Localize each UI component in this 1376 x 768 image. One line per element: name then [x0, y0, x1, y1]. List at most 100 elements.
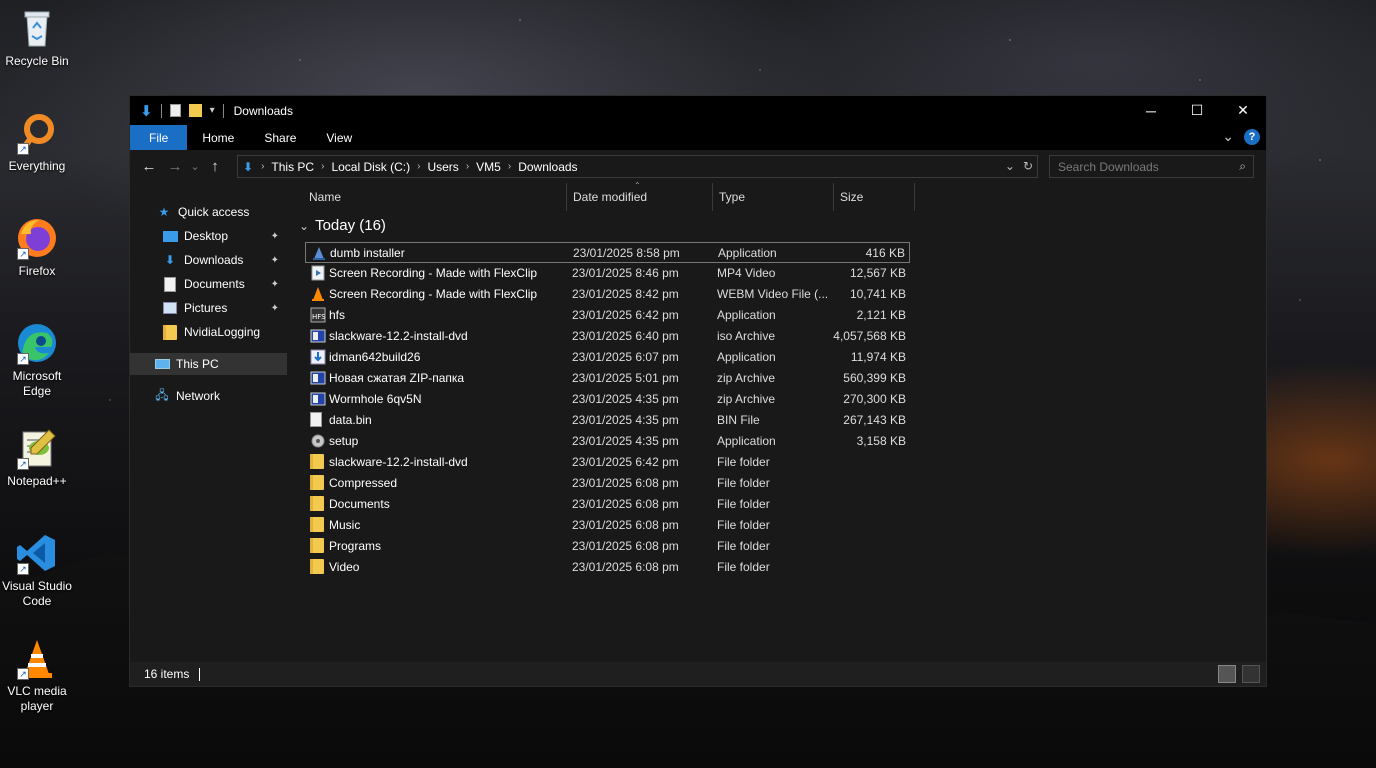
properties-icon[interactable] — [169, 104, 181, 117]
title-bar[interactable]: ⬇ ▾ Downloads ─ ☐ ✕ — [130, 96, 1266, 125]
file-type: WEBM Video File (... — [717, 287, 829, 301]
file-type: zip Archive — [717, 371, 776, 385]
nav-quick-access[interactable]: ★ Quick access — [130, 201, 287, 223]
tab-share[interactable]: Share — [249, 125, 311, 150]
file-row[interactable]: HFS hfs 23/01/2025 6:42 pm Application 2,121… — [305, 305, 910, 326]
desktop-icon-notepadpp[interactable]: ↗ Notepad++ — [0, 426, 74, 489]
breadcrumb-users[interactable]: Users — [424, 160, 461, 174]
file-row[interactable]: Screen Recording - Made with FlexClip 23/… — [305, 263, 910, 284]
refresh-icon[interactable]: ↻ — [1023, 159, 1033, 173]
file-size: 267,143 KB — [843, 413, 906, 427]
file-list-pane: Name ⌃ Date modified Type Size ⌄ Today (… — [287, 181, 1266, 662]
desktop-icon-everything[interactable]: ↗ Everything — [0, 111, 74, 174]
item-count: 16 items — [144, 667, 190, 681]
breadcrumb-chevron-icon[interactable]: › — [413, 161, 424, 172]
up-button[interactable]: ↑ — [202, 158, 228, 175]
status-bar: 16 items — [130, 662, 1266, 686]
customize-toolbar-icon[interactable]: ▾ — [210, 105, 215, 116]
file-row[interactable]: Wormhole 6qv5N 23/01/2025 4:35 pm zip Arch… — [305, 389, 910, 410]
nav-item-desktop[interactable]: Desktop ✦ — [130, 225, 287, 247]
column-header-size[interactable]: Size — [834, 183, 915, 211]
breadcrumb-chevron-icon[interactable]: › — [257, 161, 268, 172]
nav-this-pc[interactable]: This PC — [130, 353, 287, 375]
address-dropdown-icon[interactable]: ⌄ — [1005, 159, 1015, 173]
desktop-icon-vscode[interactable]: ↗ Visual Studio Code — [0, 531, 74, 609]
new-folder-icon[interactable] — [188, 104, 202, 117]
pin-icon: ✦ — [270, 254, 279, 266]
file-row[interactable]: slackware-12.2-install-dvd 23/01/2025 6:4… — [305, 326, 910, 347]
file-row[interactable]: Music 23/01/2025 6:08 pm File folder — [305, 515, 910, 536]
column-header-type[interactable]: Type — [713, 183, 834, 211]
file-row[interactable]: idman642build26 23/01/2025 6:07 pm Applica… — [305, 347, 910, 368]
maximize-button[interactable]: ☐ — [1174, 96, 1220, 125]
file-name: idman642build26 — [329, 350, 421, 364]
pin-icon: ✦ — [270, 230, 279, 242]
breadcrumb-chevron-icon[interactable]: › — [462, 161, 473, 172]
window-title: Downloads — [233, 103, 293, 118]
minimize-button[interactable]: ─ — [1128, 96, 1174, 125]
file-name: Screen Recording - Made with FlexClip — [329, 266, 538, 280]
tab-home[interactable]: Home — [187, 125, 249, 150]
archive-icon — [310, 328, 326, 344]
file-row[interactable]: Screen Recording - Made with FlexClip 23/… — [305, 284, 910, 305]
tab-file[interactable]: File — [130, 125, 188, 150]
back-button[interactable]: ← — [136, 158, 162, 175]
downloads-location-icon: ⬇ — [243, 159, 254, 174]
file-row[interactable]: data.bin 23/01/2025 4:35 pm BIN File 267,14… — [305, 410, 910, 431]
file-row[interactable]: Programs 23/01/2025 6:08 pm File folder — [305, 536, 910, 557]
file-row[interactable]: dumb installer 23/01/2025 8:58 pm Applicat… — [305, 242, 910, 263]
file-date-modified: 23/01/2025 6:08 pm — [572, 476, 679, 490]
shortcut-arrow-icon: ↗ — [17, 248, 29, 260]
breadcrumb-vm5[interactable]: VM5 — [473, 160, 504, 174]
expand-ribbon-icon[interactable]: ⌄ — [1222, 128, 1234, 145]
desktop-icon-firefox[interactable]: ↗ Firefox — [0, 216, 74, 279]
column-header-date[interactable]: ⌃ Date modified — [567, 181, 713, 211]
vlc-icon: ↗ — [15, 636, 59, 680]
recent-locations-button[interactable]: ⌄ — [188, 160, 202, 173]
vscode-icon: ↗ — [15, 531, 59, 575]
desktop-icon-recycle-bin[interactable]: Recycle Bin — [0, 6, 74, 69]
address-bar[interactable]: ⬇ › This PC › Local Disk (C:) › Users › … — [237, 155, 1038, 178]
nav-item-nvidialogging[interactable]: NvidiaLogging — [130, 321, 287, 343]
file-row[interactable]: Documents 23/01/2025 6:08 pm File folder — [305, 494, 910, 515]
shortcut-arrow-icon: ↗ — [17, 563, 29, 575]
file-date-modified: 23/01/2025 4:35 pm — [572, 434, 679, 448]
file-row[interactable]: Compressed 23/01/2025 6:08 pm File folder — [305, 473, 910, 494]
file-size: 4,057,568 KB — [833, 329, 906, 343]
navigation-pane: ★ Quick access Desktop ✦ ⬇ Downloads ✦ D… — [130, 183, 287, 662]
file-row[interactable]: Новая сжатая ZIP-папка 23/01/2025 5:01 pm… — [305, 368, 910, 389]
large-icons-view-button[interactable] — [1242, 665, 1260, 683]
breadcrumb-local-disk[interactable]: Local Disk (C:) — [328, 160, 413, 174]
breadcrumb-chevron-icon[interactable]: › — [317, 161, 328, 172]
file-date-modified: 23/01/2025 6:40 pm — [572, 329, 679, 343]
file-type: Application — [718, 246, 777, 260]
file-date-modified: 23/01/2025 6:42 pm — [572, 308, 679, 322]
file-row[interactable]: slackware-12.2-install-dvd 23/01/2025 6:4… — [305, 452, 910, 473]
nav-item-downloads[interactable]: ⬇ Downloads ✦ — [130, 249, 287, 271]
breadcrumb-this-pc[interactable]: This PC — [268, 160, 317, 174]
nav-network[interactable]: 🖧 Network — [130, 385, 287, 407]
breadcrumb-chevron-icon[interactable]: › — [504, 161, 515, 172]
details-view-button[interactable] — [1218, 665, 1236, 683]
file-row[interactable]: setup 23/01/2025 4:35 pm Application 3,158 … — [305, 431, 910, 452]
pin-icon: ✦ — [270, 278, 279, 290]
close-button[interactable]: ✕ — [1220, 96, 1266, 125]
file-row[interactable]: Video 23/01/2025 6:08 pm File folder — [305, 557, 910, 578]
file-date-modified: 23/01/2025 4:35 pm — [572, 413, 679, 427]
column-label: Size — [840, 190, 864, 204]
hfs-app-icon: HFS — [310, 307, 326, 323]
nav-item-pictures[interactable]: Pictures ✦ — [130, 297, 287, 319]
nav-item-documents[interactable]: Documents ✦ — [130, 273, 287, 295]
desktop-icon-vlc[interactable]: ↗ VLC media player — [0, 636, 74, 714]
help-button[interactable]: ? — [1244, 128, 1260, 145]
column-header-name[interactable]: Name — [303, 183, 567, 211]
everything-search-icon: ↗ — [15, 111, 59, 155]
shortcut-arrow-icon: ↗ — [17, 353, 29, 365]
forward-button[interactable]: → — [162, 158, 188, 175]
desktop-icon-edge[interactable]: ↗ Microsoft Edge — [0, 321, 74, 399]
breadcrumb-downloads[interactable]: Downloads — [515, 160, 580, 174]
search-input[interactable]: Search Downloads ⌕ — [1049, 155, 1254, 178]
tab-view[interactable]: View — [311, 125, 367, 150]
group-header-today[interactable]: ⌄ Today (16) — [299, 217, 386, 234]
search-icon: ⌕ — [1239, 159, 1246, 173]
